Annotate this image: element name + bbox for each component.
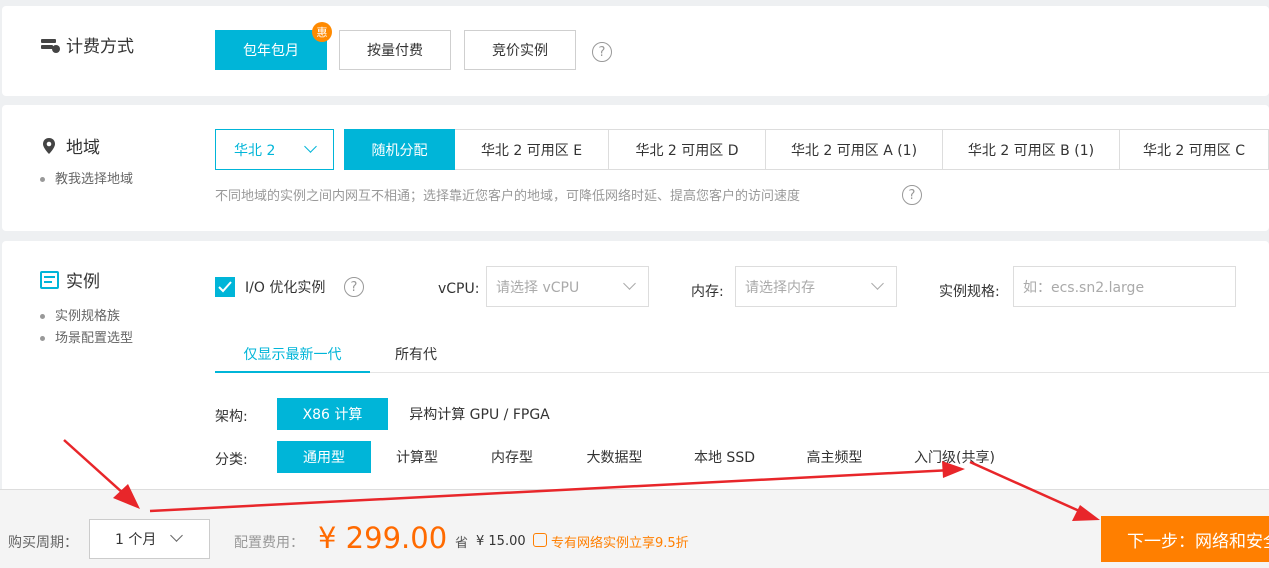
zone-tab-e[interactable]: 华北 2 可用区 E (455, 129, 609, 170)
tab-all-generations[interactable]: 所有代 (395, 344, 437, 364)
region-title: 地域 (40, 133, 100, 158)
save-amount: ¥ 15.00 (476, 534, 526, 549)
instance-section: 实例 实例规格族 场景配置选型 I/O 优化实例 ? vCPU: 请选择 vCP… (2, 241, 1269, 501)
memory-placeholder: 请选择内存 (745, 279, 815, 296)
region-help-link[interactable]: 教我选择地域 (40, 169, 133, 191)
zone-tab-d[interactable]: 华北 2 可用区 D (609, 129, 766, 170)
billing-title-text: 计费方式 (66, 37, 134, 57)
arch-x86[interactable]: X86 计算 (277, 398, 388, 430)
instance-links: 实例规格族 场景配置选型 (40, 306, 133, 350)
category-memory[interactable]: 内存型 (472, 441, 552, 473)
spec-input[interactable]: 如：ecs.sn2.large (1013, 266, 1236, 307)
chevron-down-icon (871, 277, 884, 290)
billing-title: 计费方式 (40, 32, 134, 57)
period-label: 购买周期： (8, 535, 78, 551)
instance-title-text: 实例 (66, 272, 100, 292)
region-section: 地域 教我选择地域 华北 2 随机分配 华北 2 可用区 E 华北 2 可用区 … (2, 105, 1269, 231)
scenario-config-link[interactable]: 场景配置选型 (40, 328, 133, 350)
memory-select[interactable]: 请选择内存 (735, 266, 897, 307)
arch-label: 架构: (215, 409, 248, 425)
billing-icon (41, 38, 60, 53)
zone-tab-random[interactable]: 随机分配 (344, 129, 455, 170)
billing-option-spot[interactable]: 竞价实例 (464, 30, 576, 70)
save-prefix: 省 (455, 536, 469, 551)
instance-family-link[interactable]: 实例规格族 (40, 306, 133, 328)
vcpu-label: vCPU: (438, 281, 480, 297)
billing-option-label: 包年包月 (243, 43, 299, 59)
vcpu-placeholder: 请选择 vCPU (496, 279, 580, 296)
coin-icon (533, 533, 547, 547)
region-help-icon[interactable]: ? (902, 185, 922, 205)
next-step-button[interactable]: 下一步：网络和安全组 (1101, 516, 1269, 562)
chevron-down-icon (623, 277, 636, 290)
vcpu-select[interactable]: 请选择 vCPU (486, 266, 649, 307)
chevron-down-icon (304, 140, 317, 153)
zone-tab-b[interactable]: 华北 2 可用区 B (1) (943, 129, 1120, 170)
category-general[interactable]: 通用型 (277, 441, 371, 473)
chevron-down-icon (170, 529, 183, 542)
io-optimized-checkbox[interactable] (215, 277, 235, 297)
billing-section: 计费方式 包年包月 惠 按量付费 竞价实例 ? (2, 6, 1269, 96)
arch-heterogeneous[interactable]: 异构计算 GPU / FPGA (397, 398, 562, 430)
billing-option-payg[interactable]: 按量付费 (339, 30, 451, 70)
period-select[interactable]: 1 个月 (89, 519, 210, 559)
memory-label: 内存: (691, 284, 724, 300)
billing-option-subscription[interactable]: 包年包月 惠 (215, 22, 332, 70)
io-optimized-label: I/O 优化实例 (245, 280, 326, 296)
category-high-frequency[interactable]: 高主频型 (792, 441, 877, 473)
category-local-ssd[interactable]: 本地 SSD (682, 441, 767, 473)
region-links: 教我选择地域 (40, 169, 133, 191)
region-select-value: 华北 2 (234, 142, 276, 159)
zone-tab-a[interactable]: 华北 2 可用区 A (1) (766, 129, 943, 170)
price-value: ¥ 299.00 (318, 521, 448, 555)
promo-text: 专有网络实例立享9.5折 (551, 536, 689, 551)
tab-latest-generation[interactable]: 仅显示最新一代 (215, 337, 370, 373)
category-entry-shared[interactable]: 入门级(共享) (902, 441, 1007, 473)
location-pin-icon (43, 137, 55, 154)
spec-label: 实例规格: (939, 284, 1000, 300)
cost-label: 配置费用： (234, 535, 304, 551)
region-hint: 不同地域的实例之间内网互不相通；选择靠近您客户的地域，可降低网络时延、提高您客户… (215, 189, 801, 204)
gen-tabs-divider (215, 372, 1269, 373)
billing-help-icon[interactable]: ? (592, 42, 612, 62)
zone-tab-c[interactable]: 华北 2 可用区 C (1120, 129, 1269, 170)
category-bigdata[interactable]: 大数据型 (572, 441, 657, 473)
discount-badge: 惠 (312, 22, 332, 42)
io-help-icon[interactable]: ? (344, 277, 364, 297)
category-label: 分类: (215, 452, 248, 468)
purchase-footer: 购买周期： 1 个月 配置费用： ¥ 299.00 省 ¥ 15.00 专有网络… (0, 489, 1269, 568)
instance-title: 实例 (40, 267, 100, 292)
instance-icon (40, 270, 59, 289)
category-compute[interactable]: 计算型 (377, 441, 457, 473)
region-title-text: 地域 (66, 138, 100, 158)
period-value: 1 个月 (115, 532, 157, 548)
checkmark-icon (218, 281, 232, 293)
region-select[interactable]: 华北 2 (215, 129, 334, 170)
